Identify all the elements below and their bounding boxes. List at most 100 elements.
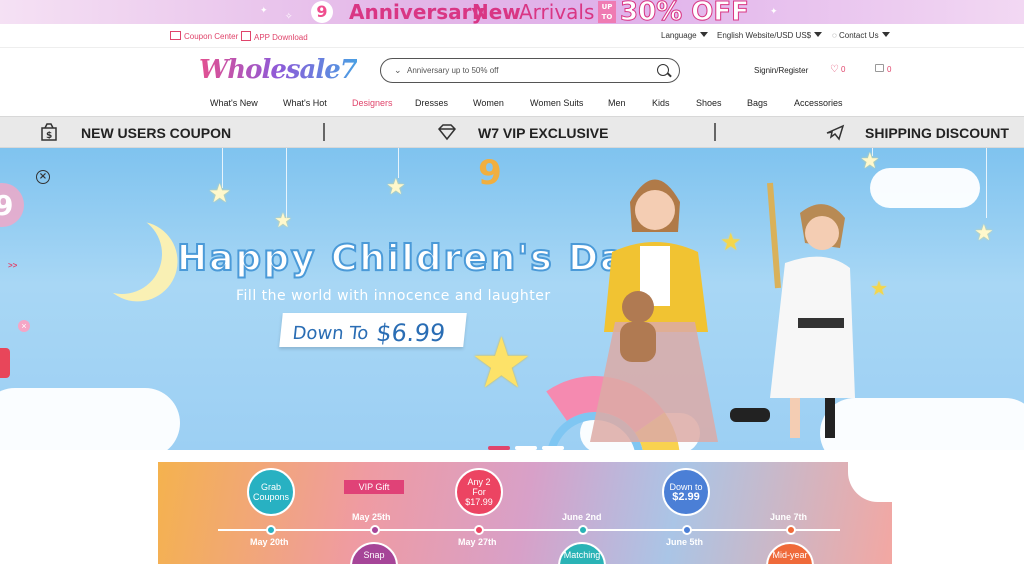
- nav-item-whats-new[interactable]: What's New: [210, 98, 258, 108]
- search-icon[interactable]: [657, 64, 669, 76]
- app-download-link[interactable]: APP Download: [241, 31, 308, 42]
- language-dropdown[interactable]: Language: [661, 31, 708, 40]
- cloud-shape: [0, 388, 180, 450]
- timeline-date: June 5th: [666, 537, 704, 547]
- star-icon: ★: [974, 220, 994, 245]
- sparkle-icon: ✦: [770, 6, 778, 16]
- banner-word-new: New: [472, 0, 521, 24]
- sparkle-icon: ✦: [260, 5, 268, 15]
- timeline-date: June 2nd: [562, 512, 602, 522]
- svg-text:9: 9: [0, 189, 13, 222]
- promo-bar: $ NEW USERS COUPON W7 VIP EXCLUSIVE SHIP…: [0, 116, 1024, 148]
- signin-register-link[interactable]: Signin/Register: [754, 66, 808, 75]
- side-arrow[interactable]: >>: [8, 261, 17, 270]
- website-currency-dropdown[interactable]: English Website/USD US$: [717, 31, 823, 40]
- cart-icon: [875, 64, 884, 72]
- price-prefix: Down To: [291, 323, 370, 344]
- coupon-center-link[interactable]: Coupon Center: [170, 31, 238, 41]
- hero-price-tag[interactable]: Down To $6.99: [279, 313, 467, 347]
- coupon-icon: [170, 31, 181, 40]
- timeline-circle-mid-year[interactable]: Mid-year: [766, 542, 814, 564]
- side-floating-widget[interactable]: 9 >>: [0, 173, 40, 270]
- banner-word-anniversary: Anniversary: [349, 0, 485, 24]
- nav-item-accessories[interactable]: Accessories: [794, 98, 843, 108]
- star-icon: ★: [860, 148, 880, 173]
- shipping-discount-link[interactable]: SHIPPING DISCOUNT: [865, 125, 1009, 141]
- banner-discount: 30% OFF: [620, 0, 750, 24]
- carousel-dot[interactable]: [515, 446, 537, 450]
- vip-exclusive-link[interactable]: W7 VIP EXCLUSIVE: [478, 125, 608, 141]
- cloud-shape: [848, 462, 892, 502]
- price-value: $6.99: [374, 319, 447, 347]
- cloud-shape: [870, 168, 980, 208]
- timeline-circle-down-to[interactable]: Down to $2.99: [662, 468, 710, 516]
- nav-item-whats-hot[interactable]: What's Hot: [283, 98, 327, 108]
- wishlist-count: 0: [840, 65, 846, 74]
- utility-bar: Coupon Center APP Download Language Engl…: [0, 24, 1024, 48]
- nav-item-dresses[interactable]: Dresses: [415, 98, 448, 108]
- search-input[interactable]: Anniversary up to 50% off: [407, 66, 498, 75]
- caret-down-icon: [814, 32, 823, 37]
- timeline-node: [266, 525, 276, 535]
- circle-label: Grab: [260, 482, 281, 492]
- timeline-date: May 20th: [250, 537, 289, 547]
- cart-count: 0: [887, 65, 892, 74]
- top-promo-banner[interactable]: ✦ ✧ ✦ 9 Anniversary New Arrivals UP TO 3…: [0, 0, 1024, 24]
- circle-label: $2.99: [672, 491, 700, 503]
- website-label: English Website/USD US$: [717, 31, 812, 40]
- timeline-date: May 25th: [352, 512, 391, 522]
- nav-item-men[interactable]: Men: [608, 98, 626, 108]
- nav-item-women-suits[interactable]: Women Suits: [530, 98, 583, 108]
- timeline-circle-any-two[interactable]: Any 2 For $17.99: [455, 468, 503, 516]
- hero-banner[interactable]: ★ ★ ★ ★ ★ ★ ★ 9 ★ Happy Children's Day F…: [0, 148, 1024, 450]
- gift-float-icon[interactable]: [0, 348, 10, 378]
- circle-label: Mid-year: [772, 550, 808, 560]
- timeline-date: May 27th: [458, 537, 497, 547]
- new-users-coupon-link[interactable]: NEW USERS COUPON: [81, 125, 231, 141]
- circle-label: Coupons: [252, 492, 290, 502]
- floating-anniversary-icon: 9: [0, 183, 24, 227]
- site-logo[interactable]: Wholesale7: [199, 55, 358, 85]
- timeline-circle-snap[interactable]: Snap: [350, 542, 398, 564]
- star-icon: ★: [208, 178, 232, 208]
- close-icon[interactable]: ×: [36, 170, 50, 184]
- carousel-dot[interactable]: [542, 446, 564, 450]
- cart-button[interactable]: 0: [875, 64, 891, 74]
- timeline-node: [578, 525, 588, 535]
- moon-shape: [76, 208, 169, 301]
- sparkle-icon: ✧: [285, 11, 293, 21]
- timeline-date: June 7th: [770, 512, 808, 522]
- circle-label: Snap: [363, 550, 385, 560]
- nav-item-women[interactable]: Women: [473, 98, 504, 108]
- nav-item-kids[interactable]: Kids: [652, 98, 670, 108]
- nav-item-designers[interactable]: Designers: [352, 98, 393, 108]
- nav-item-bags[interactable]: Bags: [747, 98, 768, 108]
- carousel-indicator: [488, 437, 569, 450]
- caret-down-icon: [699, 32, 708, 37]
- timeline-node: [786, 525, 796, 535]
- search-box[interactable]: ⌄ Anniversary up to 50% off: [380, 58, 680, 83]
- star-icon: ★: [386, 174, 406, 199]
- contact-us-dropdown[interactable]: ◌ Contact Us: [832, 31, 890, 40]
- timeline-circle-grab-coupons[interactable]: Grab Coupons: [247, 468, 295, 516]
- close-icon[interactable]: ×: [18, 320, 30, 332]
- coupon-center-label: Coupon Center: [184, 32, 239, 41]
- nav-item-shoes[interactable]: Shoes: [696, 98, 722, 108]
- timeline-node: [370, 525, 380, 535]
- divider: [323, 123, 325, 141]
- airplane-icon: [826, 124, 845, 141]
- main-nav: What's New What's Hot Designers Dresses …: [0, 96, 1024, 114]
- carousel-dot-active[interactable]: [488, 446, 510, 450]
- circle-label: Matching: [563, 550, 601, 560]
- chevron-down-icon[interactable]: ⌄: [394, 65, 402, 76]
- timeline-circle-matching[interactable]: Matching: [558, 542, 606, 564]
- caret-down-icon: [881, 32, 890, 37]
- circle-label: For: [472, 487, 486, 497]
- vip-gift-tag[interactable]: VIP Gift: [344, 480, 404, 494]
- hero-subtitle: Fill the world with innocence and laught…: [236, 288, 551, 304]
- timeline-node: [474, 525, 484, 535]
- circle-label: Any 2: [467, 477, 491, 487]
- language-label: Language: [661, 31, 697, 40]
- wishlist-button[interactable]: ♡ 0: [830, 64, 845, 75]
- app-download-label: APP Download: [254, 33, 308, 42]
